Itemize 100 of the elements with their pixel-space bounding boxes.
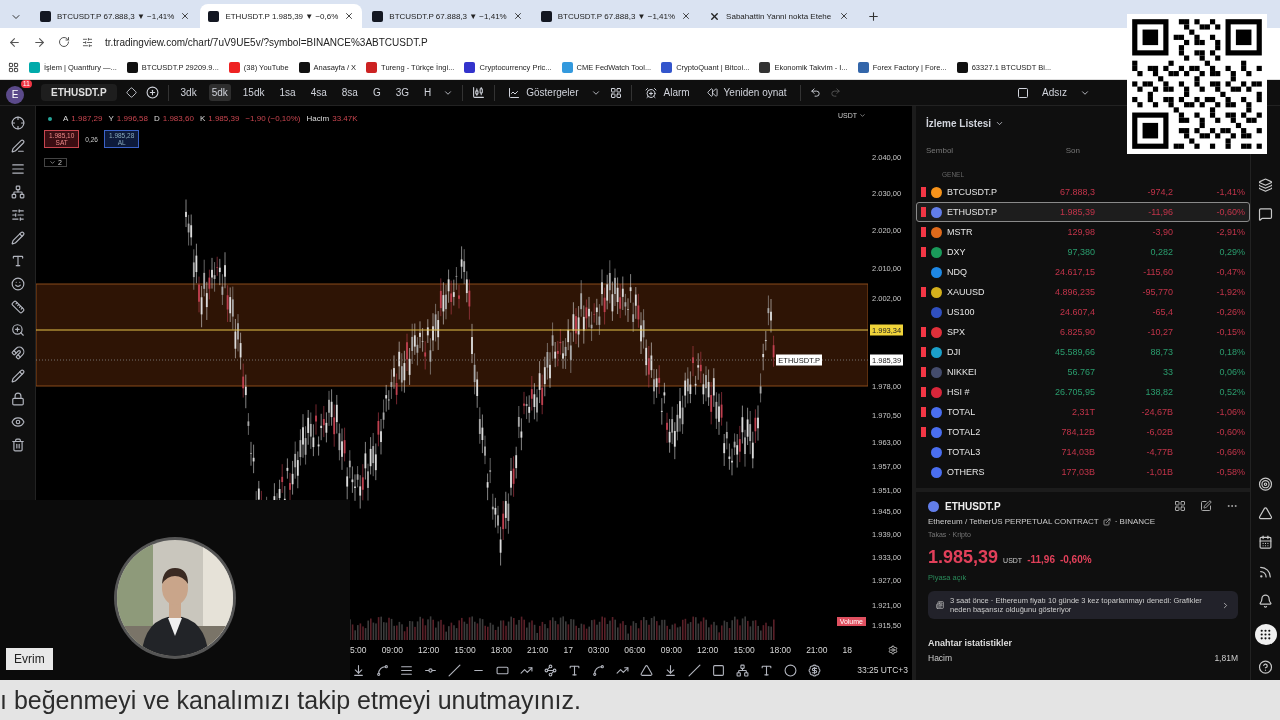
watchlist-row[interactable]: NDQ 24.617,15 -115,60 -0,47% [916, 262, 1250, 282]
watchlist-row[interactable]: DXY 97,380 0,282 0,29% [916, 242, 1250, 262]
watchlist-row[interactable]: HSI # 26.705,95 138,82 0,52% [916, 382, 1250, 402]
undo-icon[interactable] [809, 87, 821, 98]
indicators-button[interactable]: Göstergeler [504, 84, 583, 101]
templates-icon[interactable] [610, 86, 623, 99]
interval-button[interactable]: 3G [392, 84, 412, 101]
path-icon[interactable] [592, 663, 605, 677]
watchlist-row[interactable]: OTHERS 177,03B -1,01B -0,58% [916, 462, 1250, 482]
watchlist-row[interactable]: DJI 45.589,66 88,73 0,18% [916, 342, 1250, 362]
speaker-name: Evrim [6, 648, 53, 670]
watchlist-row[interactable]: BTCUSDT.P 67.888,3 -974,2 -1,41% [916, 182, 1250, 202]
watchlist-row[interactable]: MSTR 129,98 -3,90 -2,91% [916, 222, 1250, 242]
square-icon[interactable] [712, 663, 725, 677]
crosshair-icon[interactable] [10, 116, 25, 130]
watchlist-row[interactable]: US100 24.607,4 -65,4 -0,26% [916, 302, 1250, 322]
rss-icon[interactable] [1258, 564, 1273, 580]
lines-icon[interactable] [400, 663, 413, 677]
watchlist-row[interactable]: SPX 6.825,90 -10,27 -0,15% [916, 322, 1250, 342]
diamond-icon[interactable] [125, 87, 137, 98]
close-icon[interactable] [681, 11, 692, 21]
settings-icon[interactable] [888, 645, 898, 655]
browser-tab[interactable]: BTCUSDT.P 67.888,3 ▼ −1,41% [364, 4, 531, 28]
interval-button[interactable]: 15dk [239, 84, 268, 101]
text-icon[interactable] [10, 254, 25, 268]
square-icon[interactable] [1017, 86, 1029, 99]
interval-button[interactable]: H [421, 84, 435, 101]
brush-icon[interactable] [10, 231, 25, 245]
close-icon[interactable] [512, 11, 523, 21]
watchlist-row[interactable]: TOTAL3 714,03B -4,77B -0,66% [916, 442, 1250, 462]
zoom-in-icon[interactable] [10, 323, 25, 337]
interval-button[interactable]: 3dk [177, 84, 200, 101]
text-icon[interactable] [568, 663, 581, 677]
browser-tab[interactable]: ETHUSDT.P 1.985,39 ▼ −0,6% [200, 4, 363, 28]
browser-tab[interactable]: Sabahattin Yanni nokta Etehe [701, 4, 858, 28]
watchlist-row[interactable]: TOTAL 2,31T -24,67B -1,06% [916, 402, 1250, 422]
address-field[interactable]: tr.tradingview.com/chart/7uV9UE5v/?symbol=BINANCE%3ABTCUSDT.P [105, 36, 428, 48]
apps-button[interactable] [1254, 623, 1277, 645]
interval-button[interactable]: 5dk [208, 84, 231, 101]
text-icon[interactable] [760, 663, 773, 677]
interval-button[interactable]: 1sa [276, 84, 299, 101]
arrow-down-icon[interactable] [664, 663, 677, 677]
layers-icon[interactable] [1258, 178, 1273, 193]
watchlist-title[interactable]: İzleme Listesi [926, 117, 992, 129]
curve-icon[interactable] [376, 663, 389, 677]
add-symbol-icon[interactable] [145, 86, 159, 99]
apps-icon[interactable] [8, 62, 19, 73]
ruler-icon[interactable] [10, 300, 25, 314]
close-icon[interactable] [839, 11, 850, 21]
alert-button[interactable]: Alarm [641, 84, 694, 101]
chat-icon[interactable] [1258, 207, 1273, 222]
lock-icon[interactable] [10, 392, 25, 406]
external-link-icon[interactable] [1102, 517, 1111, 526]
replay-button[interactable]: Yeniden oynat [702, 85, 791, 100]
new-tab-icon[interactable] [867, 10, 881, 23]
watchlist-row[interactable]: TOTAL2 784,12B -6,02B -0,60% [916, 422, 1250, 442]
dollar-icon[interactable] [808, 663, 821, 677]
emoji-icon[interactable] [10, 277, 25, 291]
watchlist-row[interactable]: XAUUSD 4.896,235 -95,770 -1,92% [916, 282, 1250, 302]
target-icon[interactable] [1258, 476, 1273, 492]
symbol-name: TOTAL [947, 407, 977, 417]
forward-icon[interactable] [33, 35, 46, 49]
candles-icon[interactable] [472, 86, 486, 99]
circle-icon[interactable] [784, 663, 797, 677]
arrow-icon[interactable] [352, 663, 365, 677]
alarm-icon [645, 86, 658, 99]
legend-value: 1.983,60 [162, 114, 194, 123]
close-icon[interactable] [344, 11, 355, 21]
interval-button[interactable]: 4sa [307, 84, 330, 101]
bell-icon[interactable] [1258, 594, 1273, 609]
percent-value: 0,29% [1218, 247, 1245, 257]
browser-tab[interactable]: BTCUSDT.P 67.888,3 ▼ −1,41% [32, 4, 199, 28]
avatar[interactable]: E [6, 85, 24, 104]
line-tool-icon[interactable] [10, 139, 25, 153]
watchlist-row[interactable]: NIKKEI 56.767 33 0,06% [916, 362, 1250, 382]
eye-icon[interactable] [10, 415, 25, 429]
back-icon[interactable] [8, 35, 21, 49]
edit-icon[interactable] [1200, 500, 1212, 512]
lines-icon[interactable] [10, 162, 25, 176]
line-icon[interactable] [448, 663, 461, 677]
browser-tab[interactable]: BTCUSDT.P 67.888,3 ▼ −1,41% [532, 4, 700, 28]
triangle-icon[interactable] [1258, 506, 1273, 521]
site-settings-icon[interactable] [82, 36, 93, 48]
grid-icon[interactable] [1174, 500, 1186, 512]
calendar-icon[interactable] [1258, 535, 1273, 550]
interval-button[interactable]: 8sa [338, 84, 361, 101]
trash-icon[interactable] [10, 438, 25, 452]
layout-button[interactable]: Adsız [1038, 85, 1071, 100]
help-icon[interactable] [1258, 659, 1273, 674]
watchlist-row[interactable]: ETHUSDT.P 1.985,39 -11,96 -0,60% [916, 202, 1250, 222]
close-icon[interactable] [180, 11, 191, 21]
reload-icon[interactable] [58, 36, 70, 48]
magnet-icon[interactable] [10, 346, 25, 360]
symbol-name: MSTR [947, 227, 974, 237]
favicon-icon [561, 62, 573, 73]
triangle-icon[interactable] [640, 663, 653, 677]
pencil-icon[interactable] [10, 369, 25, 383]
interval-button[interactable]: G [369, 84, 384, 101]
symbol-button[interactable]: ETHUSDT.P [41, 84, 117, 101]
sliders-icon[interactable] [10, 208, 25, 222]
